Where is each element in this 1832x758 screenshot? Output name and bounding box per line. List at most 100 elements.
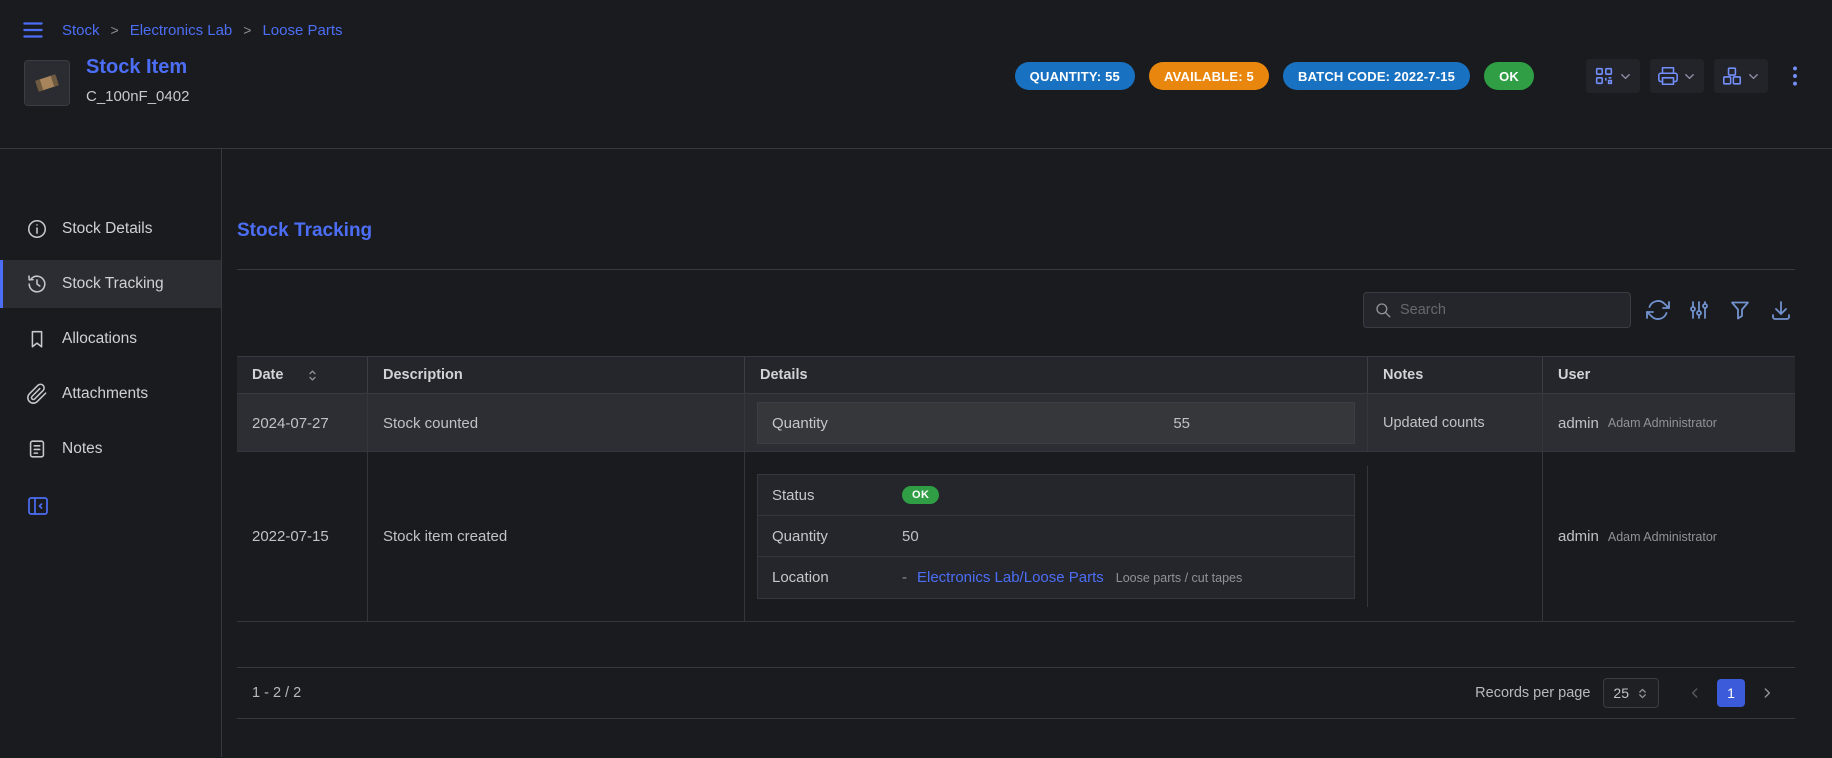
- column-header-details: Details: [745, 357, 1368, 393]
- page-size-value: 25: [1613, 685, 1629, 701]
- sidebar-item-label: Stock Details: [62, 220, 152, 238]
- detail-row-quantity: Quantity 55: [757, 402, 1355, 444]
- status-badges: QUANTITY: 55 AVAILABLE: 5 BATCH CODE: 20…: [1015, 62, 1534, 90]
- previous-page-icon[interactable]: [1682, 680, 1708, 706]
- column-settings-icon[interactable]: [1685, 296, 1713, 324]
- pager: 1: [1682, 679, 1780, 707]
- user-cell: admin Adam Administrator: [1543, 394, 1795, 452]
- sidebar-item-notes[interactable]: Notes: [0, 425, 221, 473]
- detail-key: Location: [772, 569, 902, 586]
- username: admin: [1558, 415, 1599, 432]
- detail-key: Quantity: [772, 528, 902, 545]
- hamburger-menu-icon[interactable]: [20, 17, 46, 43]
- sidebar-item-stock-details[interactable]: Stock Details: [0, 205, 221, 253]
- description-value: Stock counted: [383, 415, 478, 432]
- sort-icon: [305, 368, 320, 383]
- breadcrumb-separator: >: [111, 22, 119, 38]
- username: admin: [1558, 528, 1599, 545]
- top-bar: Stock > Electronics Lab > Loose Parts: [0, 0, 1832, 46]
- breadcrumb-electronics-lab[interactable]: Electronics Lab: [130, 22, 233, 39]
- title-block: Stock Item C_100nF_0402: [86, 56, 189, 105]
- location-link[interactable]: Electronics Lab/Loose Parts: [917, 569, 1104, 586]
- table-footer: 1 - 2 / 2 Records per page 25 1: [237, 667, 1795, 719]
- page-size-select[interactable]: 25: [1603, 678, 1659, 708]
- chevron-down-icon: [1618, 69, 1633, 84]
- page-1-button[interactable]: 1: [1717, 679, 1745, 707]
- location-dash: -: [902, 569, 907, 586]
- search-icon: [1374, 301, 1392, 319]
- history-icon: [26, 273, 48, 295]
- kebab-menu-icon[interactable]: [1782, 63, 1808, 89]
- notes-value: Updated counts: [1383, 415, 1485, 431]
- sidebar-item-label: Attachments: [62, 385, 148, 403]
- user-full-name: Adam Administrator: [1608, 530, 1717, 544]
- stock-item-name: C_100nF_0402: [86, 88, 189, 105]
- sidebar-item-label: Allocations: [62, 330, 137, 348]
- table-toolbar: [237, 292, 1795, 328]
- panel-heading: Stock Tracking: [237, 219, 1795, 243]
- next-page-icon[interactable]: [1754, 680, 1780, 706]
- sidebar-item-label: Notes: [62, 440, 103, 458]
- column-header-notes: Notes: [1368, 357, 1543, 393]
- main-panel: Stock Tracking: [222, 149, 1832, 757]
- notes-icon: [26, 438, 48, 460]
- quantity-badge: QUANTITY: 55: [1015, 62, 1135, 90]
- notes-cell: Updated counts: [1368, 394, 1543, 452]
- sidebar-item-stock-tracking[interactable]: Stock Tracking: [0, 260, 221, 308]
- notes-cell: [1368, 452, 1543, 621]
- sidebar-collapse-icon[interactable]: [26, 494, 50, 518]
- records-per-page-label: Records per page: [1475, 685, 1590, 701]
- batch-code-badge: BATCH CODE: 2022-7-15: [1283, 62, 1470, 90]
- breadcrumb-loose-parts[interactable]: Loose Parts: [262, 22, 342, 39]
- user-full-name: Adam Administrator: [1608, 416, 1717, 430]
- breadcrumb: Stock > Electronics Lab > Loose Parts: [62, 22, 343, 39]
- details-cell: Quantity 55: [745, 394, 1368, 452]
- table-spacer: [237, 622, 1795, 667]
- stock-tracking-table: Date Description Details Notes User 2024…: [237, 356, 1795, 719]
- download-icon[interactable]: [1767, 296, 1795, 324]
- barcode-actions-button[interactable]: [1586, 59, 1640, 93]
- breadcrumb-stock[interactable]: Stock: [62, 22, 100, 39]
- info-icon: [26, 218, 48, 240]
- table-row: 2024-07-27 Stock counted Quantity 55 Upd…: [237, 394, 1795, 452]
- content-area: Stock Details Stock Tracking Allocations…: [0, 149, 1832, 757]
- sidebar-item-attachments[interactable]: Attachments: [0, 370, 221, 418]
- stock-operations-icon: [1721, 65, 1743, 87]
- location-description: Loose parts / cut tapes: [1116, 571, 1242, 585]
- detail-row-status: Status OK: [758, 475, 1354, 516]
- stock-item-thumbnail[interactable]: [24, 60, 70, 106]
- printer-icon: [1657, 65, 1679, 87]
- stock-operations-button[interactable]: [1714, 59, 1768, 93]
- column-header-date[interactable]: Date: [237, 357, 368, 393]
- column-header-label: User: [1558, 367, 1590, 383]
- paperclip-icon: [26, 383, 48, 405]
- sidebar-item-label: Stock Tracking: [62, 275, 164, 293]
- ok-status-badge: OK: [902, 486, 939, 504]
- description-cell: Stock counted: [368, 394, 745, 452]
- date-cell: 2022-07-15: [237, 452, 368, 621]
- search-input[interactable]: [1400, 302, 1620, 318]
- page-header: Stock Item C_100nF_0402 QUANTITY: 55 AVA…: [0, 46, 1832, 149]
- detail-value: 50: [902, 528, 919, 545]
- description-cell: Stock item created: [368, 452, 745, 621]
- date-value: 2024-07-27: [252, 415, 329, 432]
- sidebar-item-allocations[interactable]: Allocations: [0, 315, 221, 363]
- status-ok-badge: OK: [1484, 62, 1534, 90]
- column-header-label: Details: [760, 367, 808, 383]
- description-value: Stock item created: [383, 528, 507, 545]
- table-row: 2022-07-15 Stock item created Status OK …: [237, 452, 1795, 622]
- detail-row-location: Location - Electronics Lab/Loose Parts L…: [758, 557, 1354, 598]
- chevron-down-icon: [1746, 69, 1761, 84]
- table-header-row: Date Description Details Notes User: [237, 356, 1795, 394]
- print-actions-button[interactable]: [1650, 59, 1704, 93]
- detail-row-quantity: Quantity 50: [758, 516, 1354, 557]
- available-badge: AVAILABLE: 5: [1149, 62, 1269, 90]
- column-header-description: Description: [368, 357, 745, 393]
- refresh-icon[interactable]: [1644, 296, 1672, 324]
- header-actions: [1586, 59, 1808, 93]
- app-root: Stock > Electronics Lab > Loose Parts St…: [0, 0, 1832, 757]
- filter-icon[interactable]: [1726, 296, 1754, 324]
- column-header-label: Date: [252, 367, 283, 383]
- sidebar: Stock Details Stock Tracking Allocations…: [0, 149, 222, 757]
- detail-key: Status: [772, 487, 902, 504]
